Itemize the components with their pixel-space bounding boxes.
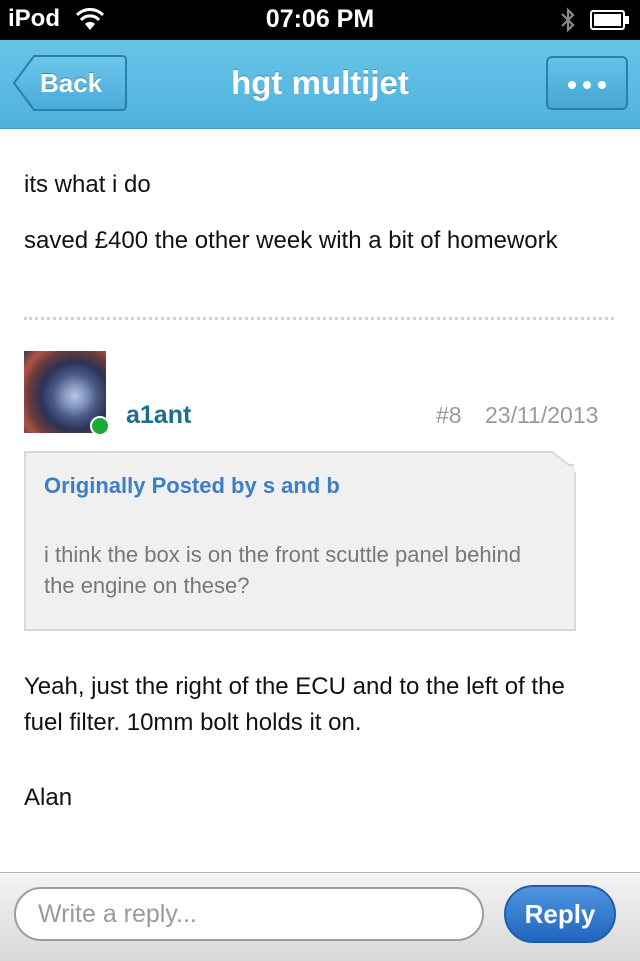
quote-block: Originally Posted by s and b i think the… xyxy=(24,451,576,631)
status-time: 07:06 PM xyxy=(265,5,375,33)
previous-post-line: saved £400 the other week with a bit of … xyxy=(24,227,558,254)
post-username[interactable]: a1ant xyxy=(126,401,191,430)
more-options-button[interactable] xyxy=(546,56,628,110)
reply-button[interactable]: Reply xyxy=(504,885,616,943)
quote-text: i think the box is on the front scuttle … xyxy=(44,542,521,598)
post-number: #8 xyxy=(436,402,462,428)
status-bar: iPod 07:06 PM xyxy=(0,0,640,40)
ellipsis-icon xyxy=(568,81,576,89)
bluetooth-icon xyxy=(561,7,575,33)
battery-icon xyxy=(590,10,629,30)
nav-bar: Back hgt multijet xyxy=(0,40,640,129)
back-button[interactable]: Back xyxy=(12,54,128,112)
online-status-icon xyxy=(90,416,110,436)
reply-bar: Reply xyxy=(0,872,640,961)
post-signature: Alan xyxy=(24,784,73,811)
post-divider xyxy=(24,317,614,320)
post-date: 23/11/2013 xyxy=(485,402,599,428)
thread-content: its what i do saved £400 the other week … xyxy=(0,129,640,872)
quote-author[interactable]: Originally Posted by s and b xyxy=(44,473,340,499)
previous-post-line: its what i do xyxy=(24,171,151,198)
page-title: hgt multijet xyxy=(231,64,409,101)
post-body-line: Yeah, just the right of the ECU and to t… xyxy=(24,673,565,736)
back-button-label: Back xyxy=(40,68,103,98)
reply-input[interactable] xyxy=(14,887,484,941)
